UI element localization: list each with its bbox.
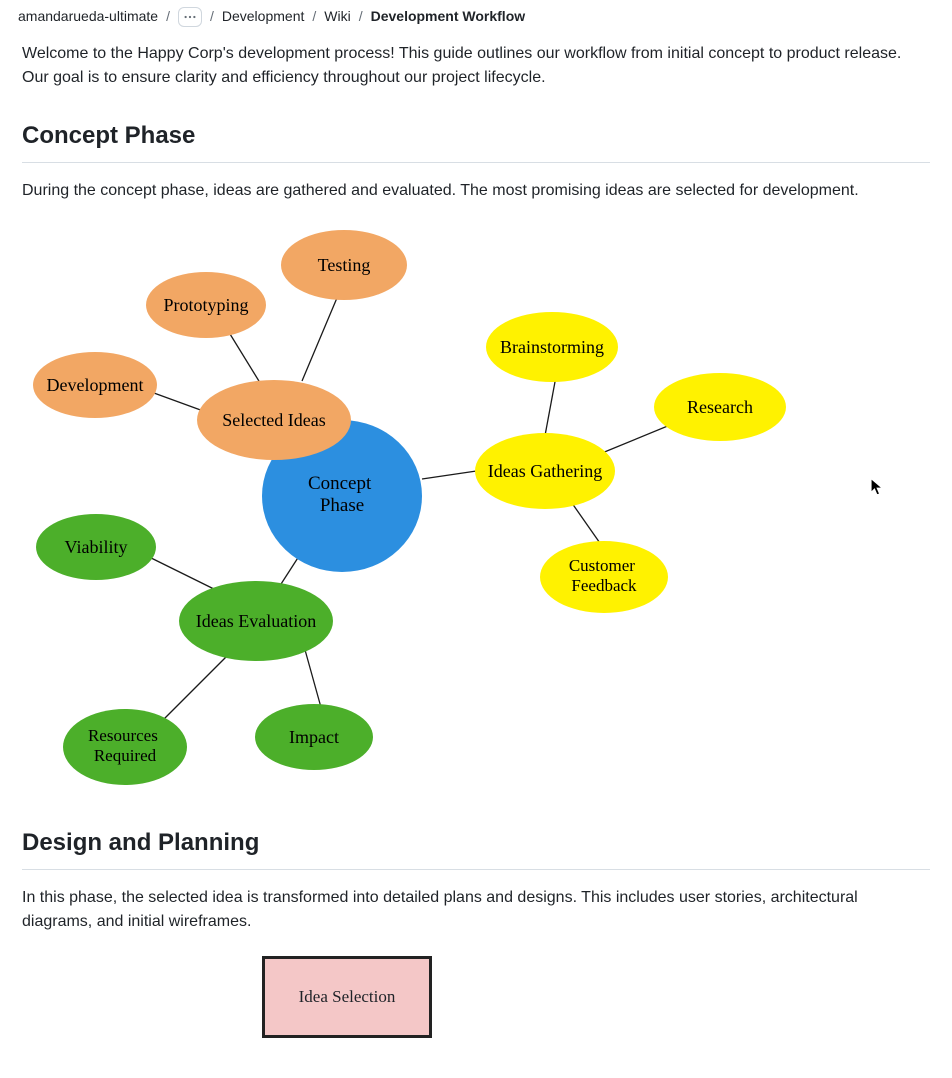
ellipsis-icon [183,10,197,24]
node-development: Development [33,352,157,418]
label-research: Research [687,397,753,417]
breadcrumb-sep: / [359,6,363,27]
design-planning-heading: Design and Planning [22,825,930,870]
label-viability: Viability [65,537,128,557]
breadcrumb-project[interactable]: Development [222,6,305,27]
breadcrumb-current: Development Workflow [371,6,526,27]
label-development: Development [47,375,144,395]
breadcrumb-root[interactable]: amandarueda-ultimate [18,6,158,27]
concept-phase-heading: Concept Phase [22,118,930,163]
label-prototyping: Prototyping [163,295,248,315]
breadcrumb-ellipsis-button[interactable] [178,7,202,27]
node-impact: Impact [255,704,373,770]
concept-phase-mindmap: Concept Phase Selected Ideas Prototyping… [22,221,930,801]
label-brainstorming: Brainstorming [500,337,604,357]
node-idea-selection: Idea Selection [262,956,432,1038]
wiki-content: Welcome to the Happy Corp's development … [0,42,952,1078]
node-ideas-evaluation: Ideas Evaluation [179,581,333,661]
node-customer-feedback: Customer Feedback [540,541,668,613]
breadcrumb-sep: / [166,6,170,27]
node-ideas-gathering: Ideas Gathering [475,433,615,509]
node-testing: Testing [281,230,407,300]
svg-text:Resources Required: Resources Required [88,726,162,765]
node-resources-required: Resources Required [63,709,187,785]
label-ideas-evaluation: Ideas Evaluation [196,611,316,631]
label-impact: Impact [289,727,339,747]
breadcrumb: amandarueda-ultimate / / Development / W… [0,0,952,38]
svg-text:Customer Feedback: Customer Feedback [569,556,639,595]
node-prototyping: Prototyping [146,272,266,338]
breadcrumb-sep: / [312,6,316,27]
concept-phase-text: During the concept phase, ideas are gath… [22,179,930,203]
intro-paragraph: Welcome to the Happy Corp's development … [22,42,930,90]
label-testing: Testing [318,255,371,275]
label-selected-ideas: Selected Ideas [222,410,325,430]
node-research: Research [654,373,786,441]
node-viability: Viability [36,514,156,580]
breadcrumb-sep: / [210,6,214,27]
label-ideas-gathering: Ideas Gathering [488,461,602,481]
breadcrumb-section[interactable]: Wiki [324,6,350,27]
design-flow-diagram: Idea Selection [22,956,930,1038]
design-planning-text: In this phase, the selected idea is tran… [22,886,930,934]
node-brainstorming: Brainstorming [486,312,618,382]
node-selected-ideas: Selected Ideas [197,380,351,460]
